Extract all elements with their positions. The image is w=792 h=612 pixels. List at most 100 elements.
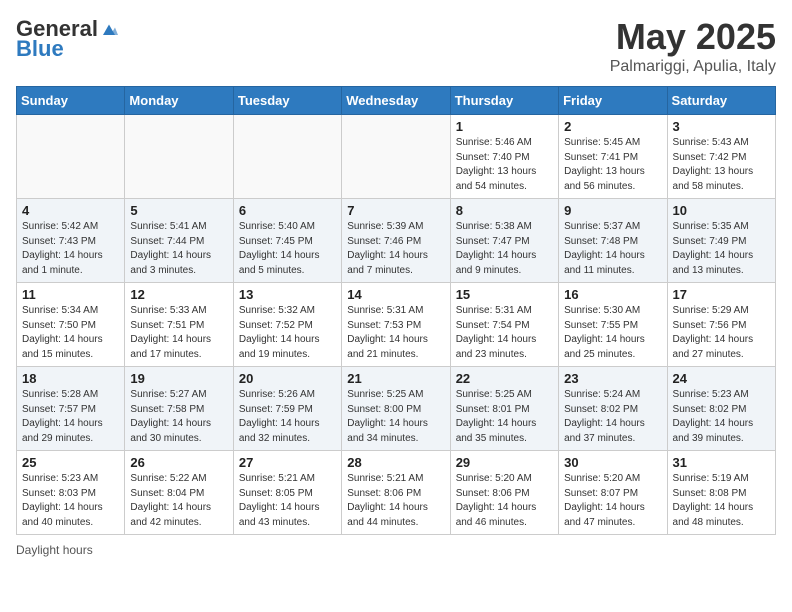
day-number: 21 <box>347 371 444 386</box>
day-number: 17 <box>673 287 770 302</box>
calendar-subtitle: Palmariggi, Apulia, Italy <box>610 58 776 76</box>
day-info: Sunrise: 5:21 AM Sunset: 8:05 PM Dayligh… <box>239 472 336 530</box>
column-header-thursday: Thursday <box>450 87 558 115</box>
logo: General Blue <box>16 16 118 62</box>
calendar-cell <box>125 115 233 199</box>
day-info: Sunrise: 5:34 AM Sunset: 7:50 PM Dayligh… <box>22 304 119 362</box>
day-info: Sunrise: 5:20 AM Sunset: 8:06 PM Dayligh… <box>456 472 553 530</box>
day-number: 11 <box>22 287 119 302</box>
day-number: 3 <box>673 119 770 134</box>
day-info: Sunrise: 5:23 AM Sunset: 8:02 PM Dayligh… <box>673 388 770 446</box>
day-number: 28 <box>347 455 444 470</box>
day-number: 31 <box>673 455 770 470</box>
day-info: Sunrise: 5:24 AM Sunset: 8:02 PM Dayligh… <box>564 388 661 446</box>
day-number: 26 <box>130 455 227 470</box>
calendar-cell: 8 Sunrise: 5:38 AM Sunset: 7:47 PM Daylig… <box>450 199 558 283</box>
calendar-cell <box>342 115 450 199</box>
footer: Daylight hours <box>16 543 776 557</box>
calendar-cell: 18 Sunrise: 5:28 AM Sunset: 7:57 PM Dayli… <box>17 367 125 451</box>
calendar-week-row: 25 Sunrise: 5:23 AM Sunset: 8:03 PM Dayli… <box>17 451 776 535</box>
day-info: Sunrise: 5:23 AM Sunset: 8:03 PM Dayligh… <box>22 472 119 530</box>
calendar-title: May 2025 <box>610 16 776 58</box>
calendar-cell <box>17 115 125 199</box>
calendar-cell: 7Sunrise: 5:39 AM Sunset: 7:46 PM Daylig… <box>342 199 450 283</box>
day-number: 27 <box>239 455 336 470</box>
calendar-cell: 13Sunrise: 5:32 AM Sunset: 7:52 PM Dayli… <box>233 283 341 367</box>
day-info: Sunrise: 5:19 AM Sunset: 8:08 PM Dayligh… <box>673 472 770 530</box>
day-number: 16 <box>564 287 661 302</box>
calendar-cell: 24 Sunrise: 5:23 AM Sunset: 8:02 PM Dayli… <box>667 367 775 451</box>
day-info: Sunrise: 5:33 AM Sunset: 7:51 PM Dayligh… <box>130 304 227 362</box>
day-number: 7 <box>347 203 444 218</box>
day-number: 10 <box>673 203 770 218</box>
calendar-cell: 29 Sunrise: 5:20 AM Sunset: 8:06 PM Dayli… <box>450 451 558 535</box>
day-info: Sunrise: 5:28 AM Sunset: 7:57 PM Dayligh… <box>22 388 119 446</box>
calendar-cell: 22 Sunrise: 5:25 AM Sunset: 8:01 PM Dayli… <box>450 367 558 451</box>
title-block: May 2025 Palmariggi, Apulia, Italy <box>610 16 776 76</box>
calendar-cell: 4 Sunrise: 5:42 AM Sunset: 7:43 PM Daylig… <box>17 199 125 283</box>
day-number: 6 <box>239 203 336 218</box>
calendar-cell: 2Sunrise: 5:45 AM Sunset: 7:41 PM Daylig… <box>559 115 667 199</box>
calendar-cell: 10 Sunrise: 5:35 AM Sunset: 7:49 PM Dayli… <box>667 199 775 283</box>
day-info: Sunrise: 5:42 AM Sunset: 7:43 PM Dayligh… <box>22 220 119 278</box>
day-number: 9 <box>564 203 661 218</box>
day-number: 5 <box>130 203 227 218</box>
calendar-cell: 12Sunrise: 5:33 AM Sunset: 7:51 PM Dayli… <box>125 283 233 367</box>
daylight-hours-label: Daylight hours <box>16 543 93 557</box>
day-info: Sunrise: 5:30 AM Sunset: 7:55 PM Dayligh… <box>564 304 661 362</box>
day-info: Sunrise: 5:31 AM Sunset: 7:54 PM Dayligh… <box>456 304 553 362</box>
day-info: Sunrise: 5:27 AM Sunset: 7:58 PM Dayligh… <box>130 388 227 446</box>
calendar-cell: 6 Sunrise: 5:40 AM Sunset: 7:45 PM Daylig… <box>233 199 341 283</box>
day-number: 25 <box>22 455 119 470</box>
calendar-cell: 20Sunrise: 5:26 AM Sunset: 7:59 PM Dayli… <box>233 367 341 451</box>
day-number: 19 <box>130 371 227 386</box>
calendar-week-row: 1Sunrise: 5:46 AM Sunset: 7:40 PM Daylig… <box>17 115 776 199</box>
calendar-cell: 1Sunrise: 5:46 AM Sunset: 7:40 PM Daylig… <box>450 115 558 199</box>
day-number: 15 <box>456 287 553 302</box>
day-info: Sunrise: 5:35 AM Sunset: 7:49 PM Dayligh… <box>673 220 770 278</box>
day-info: Sunrise: 5:21 AM Sunset: 8:06 PM Dayligh… <box>347 472 444 530</box>
day-number: 8 <box>456 203 553 218</box>
day-number: 29 <box>456 455 553 470</box>
calendar-cell: 9 Sunrise: 5:37 AM Sunset: 7:48 PM Daylig… <box>559 199 667 283</box>
day-info: Sunrise: 5:46 AM Sunset: 7:40 PM Dayligh… <box>456 136 553 194</box>
day-number: 4 <box>22 203 119 218</box>
day-info: Sunrise: 5:43 AM Sunset: 7:42 PM Dayligh… <box>673 136 770 194</box>
column-header-monday: Monday <box>125 87 233 115</box>
day-info: Sunrise: 5:37 AM Sunset: 7:48 PM Dayligh… <box>564 220 661 278</box>
day-number: 22 <box>456 371 553 386</box>
day-info: Sunrise: 5:45 AM Sunset: 7:41 PM Dayligh… <box>564 136 661 194</box>
day-number: 20 <box>239 371 336 386</box>
day-number: 13 <box>239 287 336 302</box>
day-info: Sunrise: 5:25 AM Sunset: 8:00 PM Dayligh… <box>347 388 444 446</box>
calendar-cell: 23Sunrise: 5:24 AM Sunset: 8:02 PM Dayli… <box>559 367 667 451</box>
day-number: 24 <box>673 371 770 386</box>
day-info: Sunrise: 5:31 AM Sunset: 7:53 PM Dayligh… <box>347 304 444 362</box>
logo-icon <box>100 20 118 38</box>
calendar-cell: 26 Sunrise: 5:22 AM Sunset: 8:04 PM Dayli… <box>125 451 233 535</box>
calendar-cell: 15 Sunrise: 5:31 AM Sunset: 7:54 PM Dayli… <box>450 283 558 367</box>
calendar-table: SundayMondayTuesdayWednesdayThursdayFrid… <box>16 86 776 535</box>
calendar-cell: 17 Sunrise: 5:29 AM Sunset: 7:56 PM Dayli… <box>667 283 775 367</box>
calendar-cell: 16 Sunrise: 5:30 AM Sunset: 7:55 PM Dayli… <box>559 283 667 367</box>
logo-blue-text: Blue <box>16 36 64 61</box>
day-info: Sunrise: 5:41 AM Sunset: 7:44 PM Dayligh… <box>130 220 227 278</box>
column-header-wednesday: Wednesday <box>342 87 450 115</box>
day-info: Sunrise: 5:22 AM Sunset: 8:04 PM Dayligh… <box>130 472 227 530</box>
day-info: Sunrise: 5:38 AM Sunset: 7:47 PM Dayligh… <box>456 220 553 278</box>
day-info: Sunrise: 5:40 AM Sunset: 7:45 PM Dayligh… <box>239 220 336 278</box>
calendar-cell <box>233 115 341 199</box>
calendar-cell: 25 Sunrise: 5:23 AM Sunset: 8:03 PM Dayli… <box>17 451 125 535</box>
calendar-cell: 27 Sunrise: 5:21 AM Sunset: 8:05 PM Dayli… <box>233 451 341 535</box>
calendar-cell: 31 Sunrise: 5:19 AM Sunset: 8:08 PM Dayli… <box>667 451 775 535</box>
day-info: Sunrise: 5:25 AM Sunset: 8:01 PM Dayligh… <box>456 388 553 446</box>
calendar-week-row: 4 Sunrise: 5:42 AM Sunset: 7:43 PM Daylig… <box>17 199 776 283</box>
day-info: Sunrise: 5:29 AM Sunset: 7:56 PM Dayligh… <box>673 304 770 362</box>
day-number: 18 <box>22 371 119 386</box>
calendar-cell: 30Sunrise: 5:20 AM Sunset: 8:07 PM Dayli… <box>559 451 667 535</box>
calendar-cell: 28 Sunrise: 5:21 AM Sunset: 8:06 PM Dayli… <box>342 451 450 535</box>
calendar-header-row: SundayMondayTuesdayWednesdayThursdayFrid… <box>17 87 776 115</box>
calendar-cell: 21 Sunrise: 5:25 AM Sunset: 8:00 PM Dayli… <box>342 367 450 451</box>
column-header-saturday: Saturday <box>667 87 775 115</box>
column-header-sunday: Sunday <box>17 87 125 115</box>
